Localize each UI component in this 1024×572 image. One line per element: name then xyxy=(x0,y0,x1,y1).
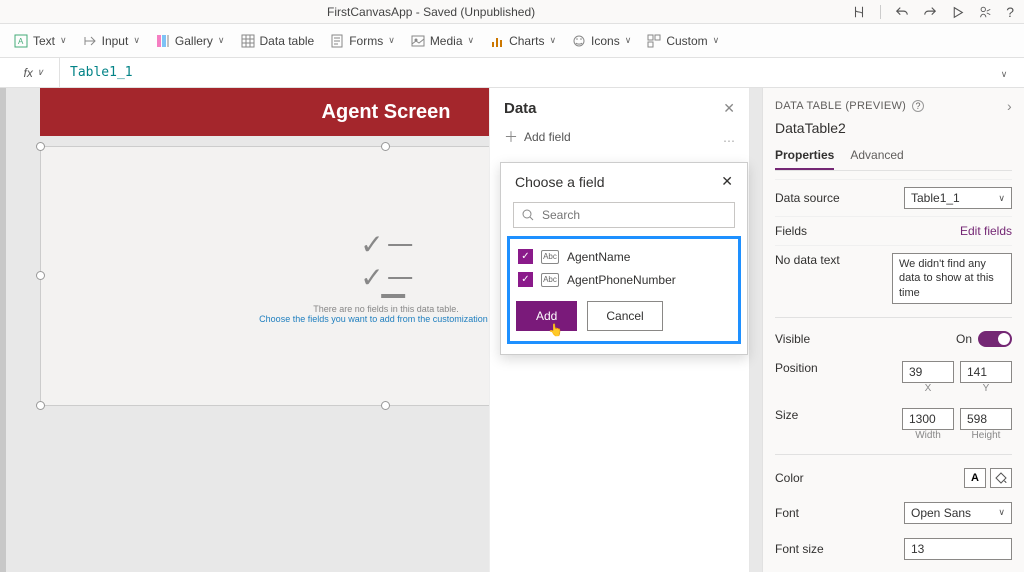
datatable-empty-state: ✓ ✓ There are no fields in this data tab… xyxy=(259,228,513,324)
canvas-area: Agent Screen ✓ ✓ There xyxy=(0,88,762,572)
checkbox-checked-icon[interactable]: ✓ xyxy=(518,249,533,264)
cancel-button[interactable]: Cancel xyxy=(587,301,662,331)
font-color-swatch[interactable]: A xyxy=(964,468,986,488)
fontsize-input[interactable]: 13 xyxy=(904,538,1012,560)
visible-toggle[interactable] xyxy=(978,331,1012,347)
prop-datasource-label: Data source xyxy=(775,191,840,205)
prop-datasource-select[interactable]: Table1_1∨ xyxy=(904,187,1012,209)
add-button[interactable]: Add xyxy=(516,301,577,331)
undo-icon[interactable] xyxy=(895,4,909,20)
fx-label[interactable]: fx∨ xyxy=(8,58,60,87)
prop-font-label: Font xyxy=(775,506,799,520)
tab-advanced[interactable]: Advanced xyxy=(850,144,903,170)
add-field-button[interactable]: ＋ Add field xyxy=(504,127,735,147)
popup-close-icon[interactable]: ✕ xyxy=(721,173,733,190)
cursor-hand-icon: 👆 xyxy=(548,323,563,337)
y-label: Y xyxy=(960,383,1012,394)
highlight-box: ✓ Abc AgentName ✓ Abc AgentPhoneNumber A… xyxy=(507,236,741,344)
resize-handle[interactable] xyxy=(36,271,45,280)
prop-nodata-label: No data text xyxy=(775,253,840,267)
plus-icon: ＋ xyxy=(504,127,518,147)
left-gutter xyxy=(0,88,6,572)
chevron-right-icon[interactable]: › xyxy=(1007,98,1012,114)
ribbon-custom[interactable]: Custom∨ xyxy=(647,34,719,48)
field-row-agentphone[interactable]: ✓ Abc AgentPhoneNumber xyxy=(516,268,732,291)
ribbon-input[interactable]: Input∨ xyxy=(83,34,140,48)
ribbon-datatable[interactable]: Data table xyxy=(241,34,315,48)
ribbon-media[interactable]: Media∨ xyxy=(411,34,474,48)
prop-visible-value: On xyxy=(956,332,972,346)
app-checker-icon[interactable] xyxy=(852,4,866,20)
width-input[interactable]: 1300 xyxy=(902,408,954,430)
field-search-input[interactable] xyxy=(540,207,726,223)
ribbon-icons[interactable]: Icons∨ xyxy=(572,34,631,48)
divider xyxy=(880,5,881,19)
resize-handle[interactable] xyxy=(36,142,45,151)
play-icon[interactable] xyxy=(951,4,964,19)
choose-field-popup: Choose a field ✕ ✓ Abc AgentName ✓ Abc A… xyxy=(500,162,748,355)
field-name: AgentPhoneNumber xyxy=(567,273,676,287)
search-icon xyxy=(522,209,534,221)
prop-size-label: Size xyxy=(775,408,798,422)
prop-fontsize-label: Font size xyxy=(775,542,824,556)
svg-text:A: A xyxy=(18,37,24,46)
width-label: Width xyxy=(902,430,954,441)
rail-head-label: DATA TABLE (PREVIEW) xyxy=(775,100,906,112)
prop-position-label: Position xyxy=(775,361,818,375)
resize-handle[interactable] xyxy=(381,142,390,151)
field-row-agentname[interactable]: ✓ Abc AgentName xyxy=(516,245,732,268)
info-icon[interactable]: ? xyxy=(912,100,924,112)
app-title: FirstCanvasApp - Saved (Unpublished) xyxy=(10,5,852,19)
height-input[interactable]: 598 xyxy=(960,408,1012,430)
field-search-box[interactable] xyxy=(513,202,735,228)
empty-text-2[interactable]: Choose the fields you want to add from t… xyxy=(259,314,513,324)
prop-color-label: Color xyxy=(775,471,804,485)
prop-visible-label: Visible xyxy=(775,332,810,346)
prop-fields-label: Fields xyxy=(775,224,807,238)
share-icon[interactable] xyxy=(978,4,992,20)
help-icon[interactable]: ? xyxy=(1006,4,1014,20)
text-type-icon: Abc xyxy=(541,250,559,264)
font-select[interactable]: Open Sans∨ xyxy=(904,502,1012,524)
field-name: AgentName xyxy=(567,250,630,264)
height-label: Height xyxy=(960,430,1012,441)
tab-properties[interactable]: Properties xyxy=(775,144,834,170)
text-type-icon: Abc xyxy=(541,273,559,287)
ribbon-text[interactable]: A Text∨ xyxy=(14,34,67,48)
position-x-input[interactable]: 39 xyxy=(902,361,954,383)
ribbon-charts[interactable]: Charts∨ xyxy=(490,34,556,48)
empty-list-icon: ✓ ✓ xyxy=(259,228,513,298)
empty-text-1: There are no fields in this data table. xyxy=(259,304,513,314)
edit-fields-link[interactable]: Edit fields xyxy=(960,224,1012,238)
prop-nodata-input[interactable]: We didn't find any data to show at this … xyxy=(892,253,1012,304)
data-panel-close-icon[interactable]: ✕ xyxy=(723,100,735,117)
x-label: X xyxy=(902,383,954,394)
position-y-input[interactable]: 141 xyxy=(960,361,1012,383)
add-field-label: Add field xyxy=(524,130,571,144)
insert-ribbon: A Text∨ Input∨ Gallery∨ Data table Forms… xyxy=(0,24,1024,58)
ribbon-gallery[interactable]: Gallery∨ xyxy=(156,34,225,48)
formula-input[interactable]: Table1_1 xyxy=(60,65,992,80)
data-panel-title: Data xyxy=(504,100,537,117)
screen-title: Agent Screen xyxy=(322,101,451,124)
checkbox-checked-icon[interactable]: ✓ xyxy=(518,272,533,287)
resize-handle[interactable] xyxy=(381,401,390,410)
control-name: DataTable2 xyxy=(775,120,1012,136)
more-icon[interactable]: ⋯ xyxy=(723,134,735,148)
formula-expand-icon[interactable]: ∨ xyxy=(992,66,1016,80)
fill-color-swatch[interactable] xyxy=(990,468,1012,488)
resize-handle[interactable] xyxy=(36,401,45,410)
formula-bar: fx∨ Table1_1 ∨ xyxy=(0,58,1024,88)
ribbon-forms[interactable]: Forms∨ xyxy=(330,34,395,48)
redo-icon[interactable] xyxy=(923,4,937,20)
properties-panel: DATA TABLE (PREVIEW) ? › DataTable2 Prop… xyxy=(762,88,1024,572)
popup-title: Choose a field xyxy=(515,174,605,190)
title-bar: FirstCanvasApp - Saved (Unpublished) ? xyxy=(0,0,1024,24)
